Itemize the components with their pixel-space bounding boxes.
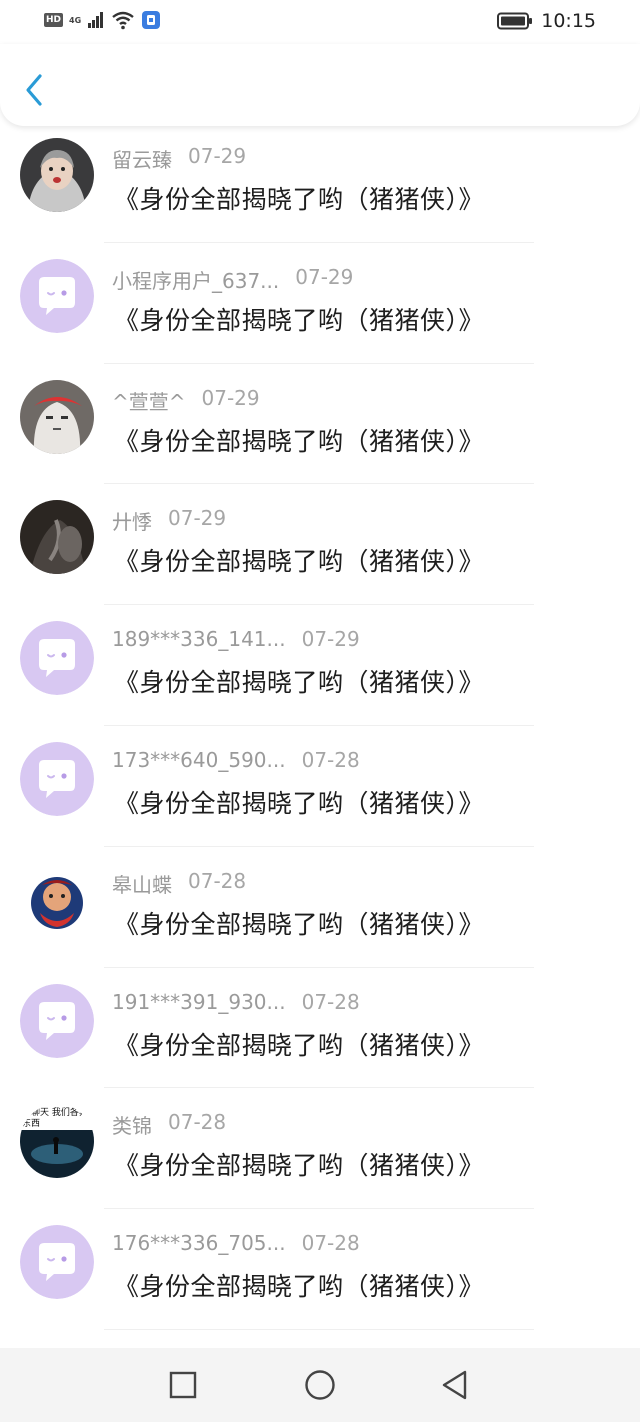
recent-apps-button[interactable] — [166, 1368, 200, 1402]
list-item[interactable]: 留云臻 07-29 《身份全部揭晓了哟（猪猪侠）》 — [0, 122, 640, 243]
post-date: 07-29 — [168, 506, 227, 531]
network-type: 4G — [69, 15, 82, 25]
square-icon — [169, 1371, 197, 1399]
item-meta: 留云臻 07-29 — [112, 144, 247, 173]
list-item[interactable]: 皋山蝶 07-28 《身份全部揭晓了哟（猪猪侠）》 — [0, 847, 640, 968]
item-title[interactable]: 《身份全部揭晓了哟（猪猪侠）》 — [114, 905, 484, 941]
system-back-button[interactable] — [438, 1368, 472, 1402]
item-title[interactable]: 《身份全部揭晓了哟（猪猪侠）》 — [114, 784, 484, 820]
wifi-icon — [112, 11, 134, 30]
message-list: 留云臻 07-29 《身份全部揭晓了哟（猪猪侠）》 小程序用户_637... 07-2… — [0, 122, 640, 1348]
post-date: 07-29 — [301, 627, 360, 652]
chevron-left-icon — [26, 74, 42, 106]
item-meta: 191***391_930... 07-28 — [112, 990, 360, 1016]
user-name[interactable]: ^萱萱^ — [112, 386, 186, 415]
post-date: 07-29 — [188, 144, 247, 168]
list-item[interactable]: 191***391_930... 07-28 《身份全部揭晓了哟（猪猪侠）》 — [0, 968, 640, 1089]
item-meta: 皋山蝶 07-28 — [112, 868, 247, 898]
chat-bubble-avatar-icon — [20, 741, 94, 816]
status-left: HD 4G — [44, 10, 161, 30]
item-meta: 小程序用户_637... 07-29 — [112, 264, 354, 294]
post-date: 07-28 — [301, 989, 360, 1014]
avatar[interactable] — [20, 621, 94, 696]
item-meta: 廾悸 07-29 — [112, 506, 227, 535]
user-photo-avatar — [20, 862, 94, 937]
user-name[interactable]: 191***391_930... — [112, 990, 286, 1014]
post-date: 07-28 — [301, 1231, 360, 1256]
avatar[interactable] — [20, 1225, 94, 1300]
item-title[interactable]: 《身份全部揭晓了哟（猪猪侠）》 — [114, 301, 484, 337]
user-photo-avatar — [20, 500, 94, 575]
item-title[interactable]: 《身份全部揭晓了哟（猪猪侠）》 — [114, 180, 484, 216]
item-title[interactable]: 《身份全部揭晓了哟（猪猪侠）》 — [114, 1146, 484, 1182]
home-button[interactable] — [303, 1368, 337, 1402]
list-item[interactable]: 廾悸 07-29 《身份全部揭晓了哟（猪猪侠）》 — [0, 484, 640, 606]
system-nav-bar — [0, 1348, 640, 1422]
back-button[interactable] — [20, 70, 50, 110]
item-meta: 189***336_141... 07-29 — [112, 627, 360, 653]
status-right: 10:15 — [497, 10, 596, 32]
list-item[interactable]: 173***640_590... 07-28 《身份全部揭晓了哟（猪猪侠）》 — [0, 726, 640, 847]
divider — [104, 1328, 534, 1330]
user-name[interactable]: 189***336_141... — [112, 627, 286, 651]
battery-icon — [497, 12, 533, 30]
list-item[interactable]: 业聊天 我们各奔东西 类锦 07-28 《身份全部揭晓了哟（猪猪侠）》 — [0, 1088, 640, 1210]
chat-bubble-avatar-icon — [20, 1225, 94, 1300]
user-photo-avatar — [20, 379, 94, 454]
post-date: 07-29 — [201, 385, 260, 410]
item-title[interactable]: 《身份全部揭晓了哟（猪猪侠）》 — [114, 542, 484, 578]
status-bar: HD 4G 10:15 — [0, 0, 640, 44]
item-meta: ^萱萱^ 07-29 — [112, 385, 260, 415]
post-date: 07-28 — [301, 747, 360, 772]
header — [0, 44, 640, 126]
list-item[interactable]: 176***336_705... 07-28 《身份全部揭晓了哟（猪猪侠）》 — [0, 1209, 640, 1330]
list-item[interactable]: 小程序用户_637... 07-29 《身份全部揭晓了哟（猪猪侠）》 — [0, 243, 640, 364]
clock: 10:15 — [541, 10, 596, 32]
circle-icon — [305, 1370, 335, 1400]
avatar[interactable] — [20, 500, 94, 575]
avatar[interactable] — [20, 862, 94, 937]
avatar[interactable] — [20, 741, 94, 816]
user-name[interactable]: 留云臻 — [112, 144, 172, 173]
item-title[interactable]: 《身份全部揭晓了哟（猪猪侠）》 — [114, 1026, 484, 1062]
hd-badge: HD — [44, 13, 64, 27]
user-name[interactable]: 173***640_590... — [112, 748, 286, 772]
item-meta: 176***336_705... 07-28 — [112, 1231, 360, 1257]
avatar[interactable] — [20, 138, 94, 212]
item-meta: 173***640_590... 07-28 — [112, 748, 360, 774]
chat-bubble-avatar-icon — [20, 258, 94, 333]
post-date: 07-29 — [295, 264, 354, 289]
triangle-back-icon — [442, 1370, 467, 1400]
signal-icon — [88, 12, 104, 28]
item-meta: 类锦 07-28 — [112, 1110, 227, 1139]
list-item[interactable]: 189***336_141... 07-29 《身份全部揭晓了哟（猪猪侠）》 — [0, 605, 640, 726]
user-photo-avatar — [20, 138, 94, 212]
item-title[interactable]: 《身份全部揭晓了哟（猪猪侠）》 — [114, 1267, 484, 1303]
avatar[interactable] — [20, 983, 94, 1058]
user-name[interactable]: 176***336_705... — [112, 1231, 286, 1255]
user-name[interactable]: 廾悸 — [112, 506, 152, 535]
chat-bubble-avatar-icon — [20, 983, 94, 1058]
avatar[interactable]: 业聊天 我们各奔东西 — [20, 1104, 94, 1179]
chat-bubble-avatar-icon — [20, 621, 94, 696]
item-title[interactable]: 《身份全部揭晓了哟（猪猪侠）》 — [114, 422, 484, 458]
user-name[interactable]: 皋山蝶 — [112, 869, 172, 898]
post-date: 07-28 — [168, 1110, 227, 1135]
user-name[interactable]: 类锦 — [112, 1110, 152, 1139]
user-name[interactable]: 小程序用户_637... — [112, 265, 279, 294]
avatar[interactable] — [20, 379, 94, 454]
item-title[interactable]: 《身份全部揭晓了哟（猪猪侠）》 — [114, 663, 484, 699]
list-item[interactable]: ^萱萱^ 07-29 《身份全部揭晓了哟（猪猪侠）》 — [0, 364, 640, 485]
avatar-caption: 业聊天 我们各奔东西 — [22, 1108, 88, 1130]
avatar[interactable] — [20, 258, 94, 333]
post-date: 07-28 — [188, 868, 247, 893]
app-notification-icon — [142, 11, 161, 29]
